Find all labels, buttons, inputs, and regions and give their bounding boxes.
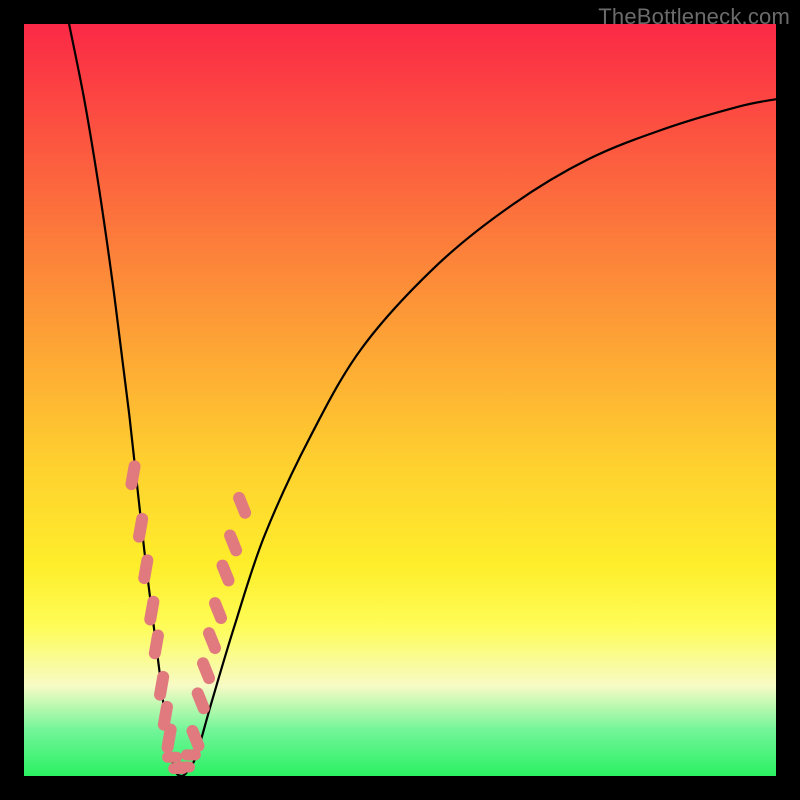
curve-marker bbox=[143, 595, 160, 627]
curve-marker bbox=[222, 528, 244, 558]
curve-marker bbox=[201, 625, 223, 655]
curve-marker bbox=[175, 762, 195, 773]
curve-marker bbox=[137, 553, 154, 585]
curve-marker bbox=[153, 670, 170, 702]
curve-marker bbox=[162, 752, 182, 763]
watermark-text: TheBottleneck.com bbox=[598, 4, 790, 30]
marker-group bbox=[124, 459, 252, 774]
curve-marker bbox=[124, 459, 141, 491]
curve-marker bbox=[185, 723, 207, 753]
bottleneck-curve bbox=[69, 24, 776, 776]
curve-marker bbox=[181, 749, 201, 760]
curve-marker bbox=[215, 558, 237, 588]
curve-marker bbox=[148, 629, 165, 661]
curve-marker bbox=[231, 490, 253, 520]
curve-marker bbox=[190, 686, 212, 716]
curve-marker bbox=[207, 595, 229, 625]
curve-marker bbox=[132, 512, 149, 544]
chart-svg bbox=[24, 24, 776, 776]
curve-marker bbox=[195, 655, 217, 685]
